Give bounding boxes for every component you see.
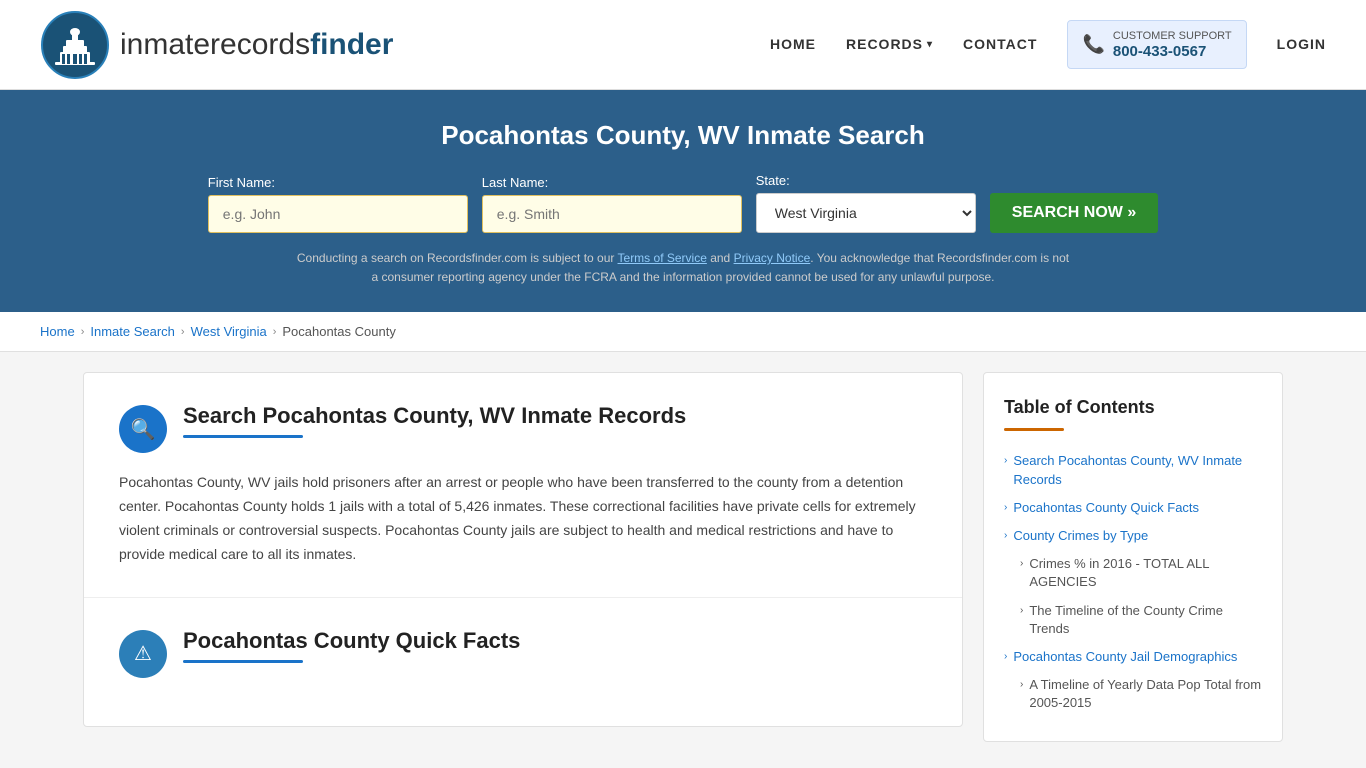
breadcrumb-inmate-search[interactable]: Inmate Search: [90, 324, 175, 339]
toc-arrow-6: ›: [1004, 651, 1007, 662]
support-number: 800-433-0567: [1113, 43, 1232, 60]
toc-arrow-1: ›: [1004, 455, 1007, 466]
logo[interactable]: inmaterecordsfinder: [40, 10, 393, 80]
support-button[interactable]: 📞 CUSTOMER SUPPORT 800-433-0567: [1067, 20, 1246, 69]
logo-text: inmaterecordsfinder: [120, 28, 393, 62]
main-nav: HOME RECORDS ▾ CONTACT 📞 CUSTOMER SUPPOR…: [770, 20, 1326, 69]
toc-item-3[interactable]: › County Crimes by Type: [1004, 522, 1262, 550]
toc-link-3[interactable]: County Crimes by Type: [1013, 527, 1148, 545]
toc-arrow-3: ›: [1004, 530, 1007, 541]
toc-item-6[interactable]: › Pocahontas County Jail Demographics: [1004, 643, 1262, 671]
breadcrumb: Home › Inmate Search › West Virginia › P…: [0, 312, 1366, 352]
toc-arrow-4: ›: [1020, 558, 1023, 569]
section-body: Pocahontas County, WV jails hold prisone…: [119, 471, 927, 566]
breadcrumb-west-virginia[interactable]: West Virginia: [191, 324, 267, 339]
quick-facts-section: ⚠ Pocahontas County Quick Facts: [84, 598, 962, 726]
toc-link-6[interactable]: Pocahontas County Jail Demographics: [1013, 648, 1237, 666]
logo-icon: [40, 10, 110, 80]
search-form: First Name: Last Name: State: West Virgi…: [40, 173, 1326, 233]
site-header: inmaterecordsfinder HOME RECORDS ▾ CONTA…: [0, 0, 1366, 90]
breadcrumb-home[interactable]: Home: [40, 324, 75, 339]
state-label: State:: [756, 173, 790, 188]
last-name-label: Last Name:: [482, 175, 548, 190]
quick-facts-underline: [183, 660, 303, 663]
breadcrumb-current: Pocahontas County: [282, 324, 395, 339]
first-name-label: First Name:: [208, 175, 275, 190]
main-content: 🔍 Search Pocahontas County, WV Inmate Re…: [43, 372, 1323, 742]
toc-underline: [1004, 428, 1064, 431]
toc-item-1[interactable]: › Search Pocahontas County, WV Inmate Re…: [1004, 447, 1262, 493]
breadcrumb-sep-1: ›: [81, 326, 85, 338]
terms-link[interactable]: Terms of Service: [618, 251, 707, 265]
last-name-input[interactable]: [482, 195, 742, 233]
nav-contact[interactable]: CONTACT: [963, 36, 1037, 52]
toc-arrow-7: ›: [1020, 679, 1023, 690]
section-title-underline: [183, 435, 303, 438]
first-name-group: First Name:: [208, 175, 468, 233]
search-button[interactable]: SEARCH NOW »: [990, 193, 1158, 233]
quick-facts-header: ⚠ Pocahontas County Quick Facts: [119, 628, 927, 678]
toc-link-7[interactable]: A Timeline of Yearly Data Pop Total from…: [1029, 676, 1262, 712]
section-header: 🔍 Search Pocahontas County, WV Inmate Re…: [119, 403, 927, 453]
toc-link-5[interactable]: The Timeline of the County Crime Trends: [1029, 602, 1262, 638]
phone-icon: 📞: [1082, 34, 1104, 55]
hero-section: Pocahontas County, WV Inmate Search Firs…: [0, 90, 1366, 312]
page-title: Pocahontas County, WV Inmate Search: [40, 120, 1326, 151]
toc-link-4[interactable]: Crimes % in 2016 - TOTAL ALL AGENCIES: [1029, 555, 1262, 591]
state-group: State: West Virginia Alabama Alaska Ariz…: [756, 173, 976, 233]
section-title-area: Search Pocahontas County, WV Inmate Reco…: [183, 403, 927, 438]
first-name-input[interactable]: [208, 195, 468, 233]
chevron-down-icon: ▾: [927, 39, 933, 50]
info-icon: ⚠: [134, 641, 152, 666]
last-name-group: Last Name:: [482, 175, 742, 233]
search-section-icon: 🔍: [119, 405, 167, 453]
toc-arrow-5: ›: [1020, 605, 1023, 616]
nav-records[interactable]: RECORDS ▾: [846, 36, 933, 52]
quick-facts-title-area: Pocahontas County Quick Facts: [183, 628, 927, 663]
quick-facts-icon: ⚠: [119, 630, 167, 678]
login-button[interactable]: LOGIN: [1277, 36, 1326, 52]
privacy-link[interactable]: Privacy Notice: [734, 251, 811, 265]
section-title: Search Pocahontas County, WV Inmate Reco…: [183, 403, 927, 429]
breadcrumb-sep-2: ›: [181, 326, 185, 338]
toc-link-1[interactable]: Search Pocahontas County, WV Inmate Reco…: [1013, 452, 1262, 488]
disclaimer-text: Conducting a search on Recordsfinder.com…: [293, 249, 1073, 287]
support-label: CUSTOMER SUPPORT: [1113, 29, 1232, 43]
toc-title: Table of Contents: [1004, 397, 1262, 418]
breadcrumb-sep-3: ›: [273, 326, 277, 338]
table-of-contents: Table of Contents › Search Pocahontas Co…: [983, 372, 1283, 742]
magnify-icon: 🔍: [131, 417, 156, 442]
content-area: 🔍 Search Pocahontas County, WV Inmate Re…: [83, 372, 963, 726]
toc-item-4[interactable]: › Crimes % in 2016 - TOTAL ALL AGENCIES: [1004, 550, 1262, 596]
toc-link-2[interactable]: Pocahontas County Quick Facts: [1013, 499, 1199, 517]
nav-home[interactable]: HOME: [770, 36, 816, 52]
toc-item-2[interactable]: › Pocahontas County Quick Facts: [1004, 494, 1262, 522]
state-select[interactable]: West Virginia Alabama Alaska Arizona Ark…: [756, 193, 976, 233]
search-section: 🔍 Search Pocahontas County, WV Inmate Re…: [84, 373, 962, 597]
quick-facts-title: Pocahontas County Quick Facts: [183, 628, 927, 654]
toc-arrow-2: ›: [1004, 502, 1007, 513]
toc-item-7[interactable]: › A Timeline of Yearly Data Pop Total fr…: [1004, 671, 1262, 717]
toc-item-5[interactable]: › The Timeline of the County Crime Trend…: [1004, 597, 1262, 643]
